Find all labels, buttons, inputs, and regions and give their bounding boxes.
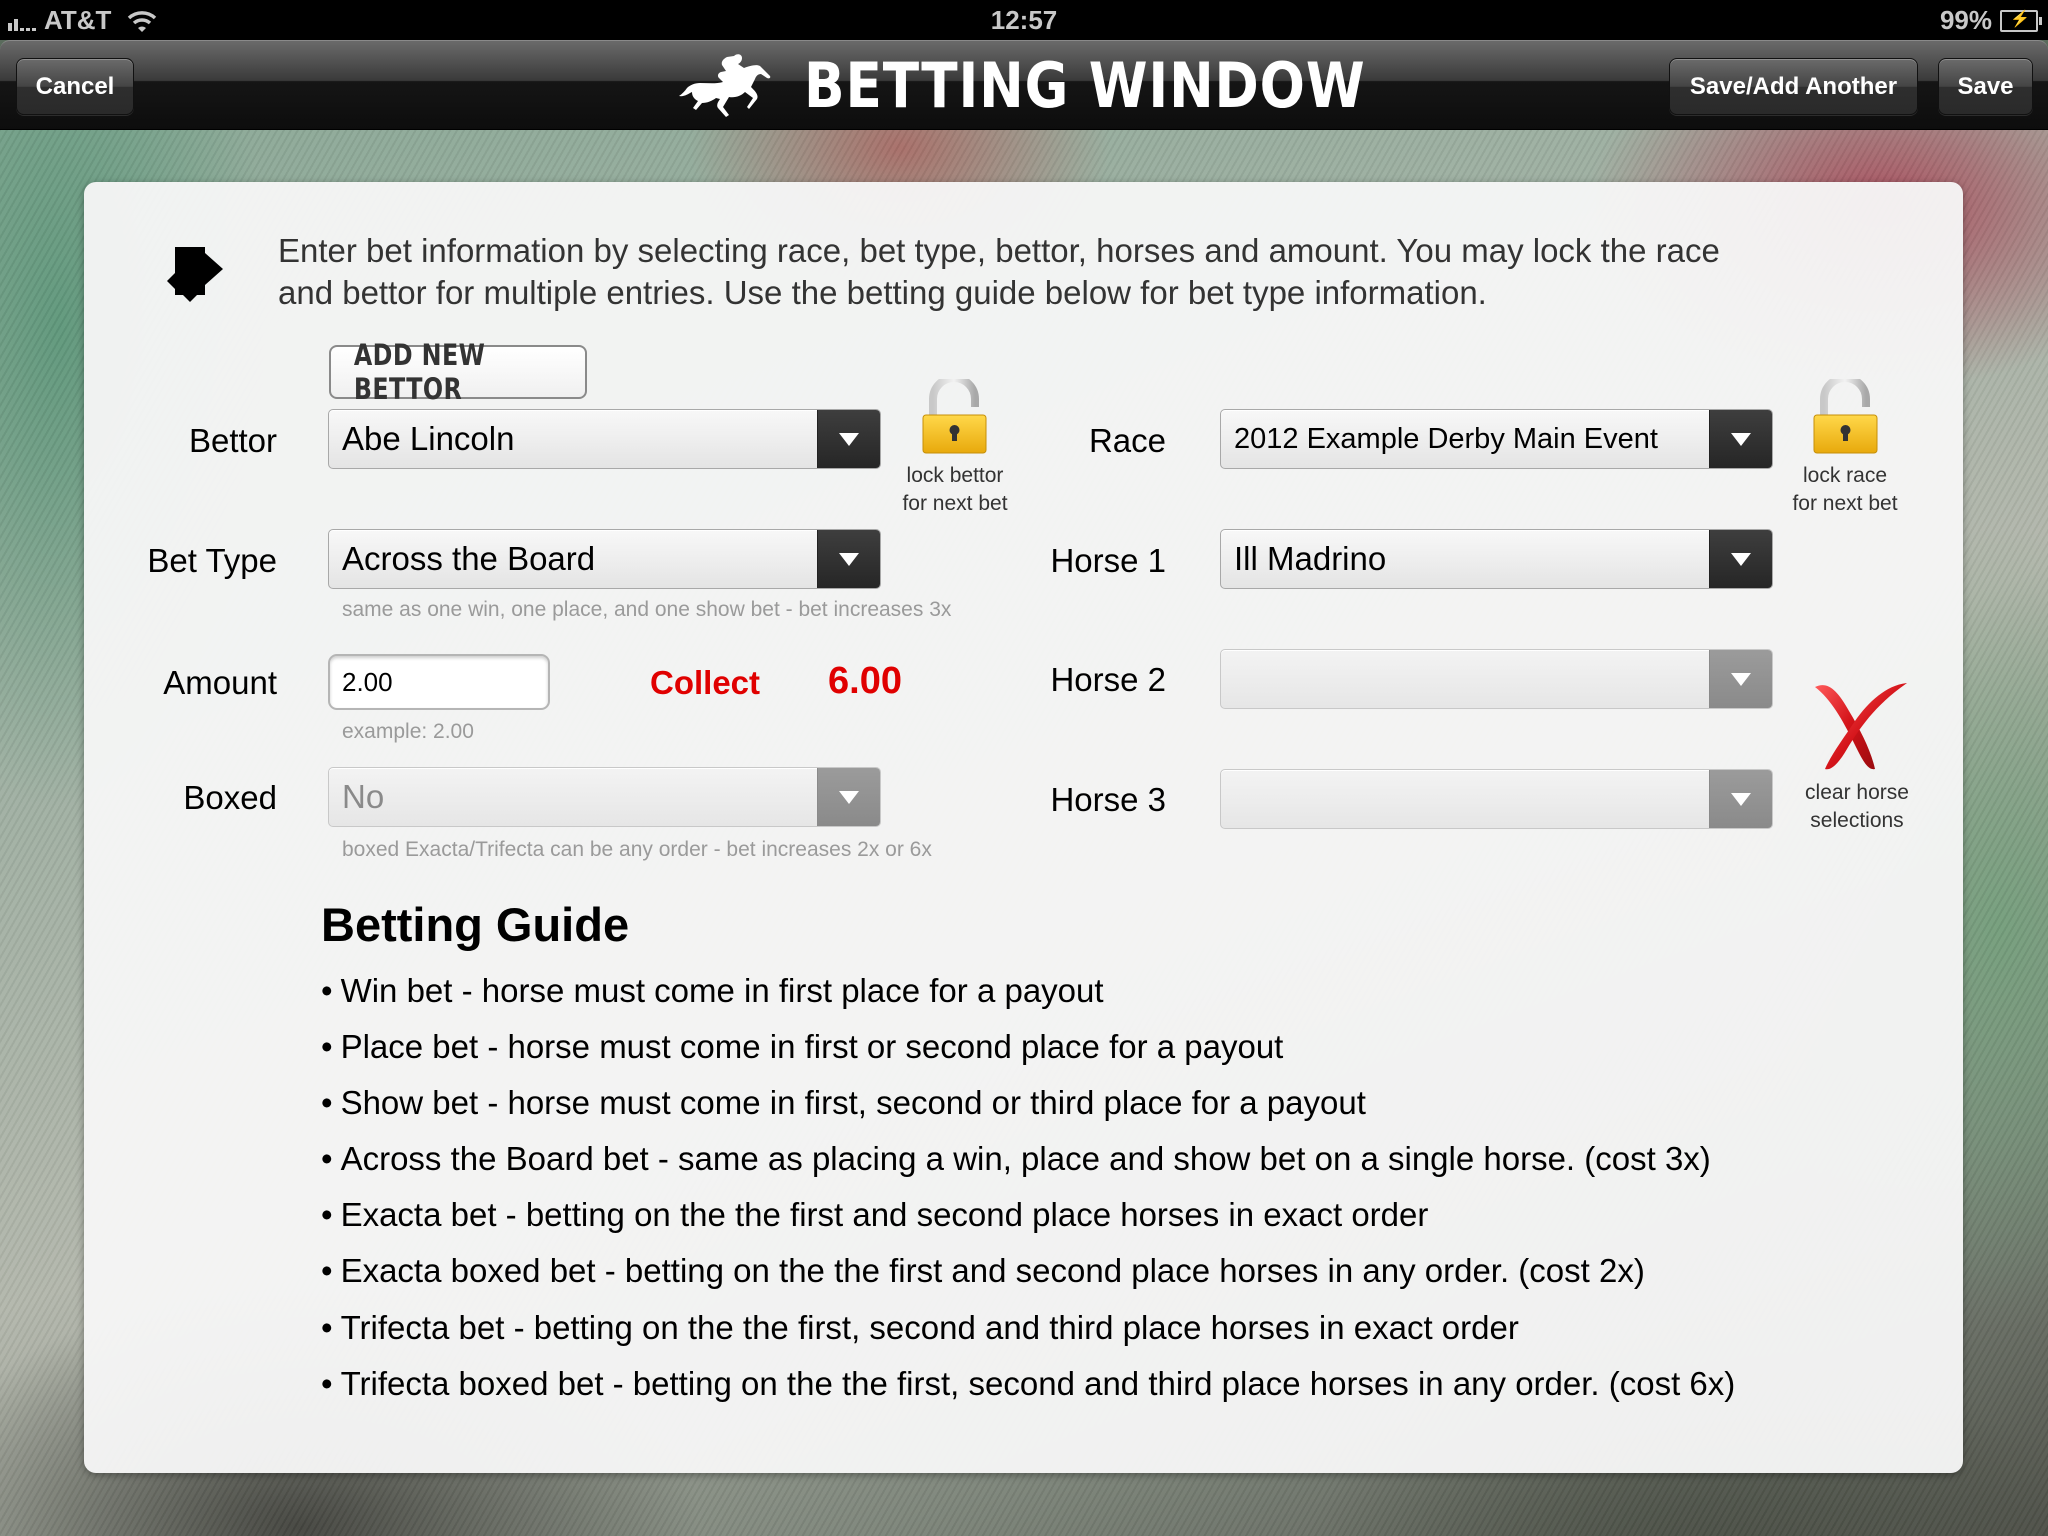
add-new-bettor-label: ADD NEW BETTOR [353, 338, 486, 406]
battery-percent: 99% [1939, 5, 1992, 35]
bullet: • [321, 1365, 333, 1402]
instructions-text: Enter bet information by selecting race,… [278, 232, 1720, 311]
chevron-down-icon [817, 410, 880, 468]
bet-type-helper: same as one win, one place, and one show… [342, 598, 952, 621]
bet-type-label: Bet Type [147, 542, 277, 579]
amount-input[interactable] [328, 654, 550, 710]
guide-item: • Win bet - horse must come in first plac… [321, 972, 1104, 1010]
title-text: BETTING WINDOW [804, 48, 1366, 122]
guide-item: • Across the Board bet - same as placing … [321, 1140, 1711, 1178]
chevron-down-icon [1709, 770, 1772, 828]
guide-item-text: Across the Board bet - same as placing a… [340, 1140, 1711, 1177]
status-right: 99% ⚡ [1939, 5, 2042, 36]
lock-race-icon[interactable] [1810, 379, 1881, 455]
clear-horses-x-icon[interactable] [1809, 677, 1911, 773]
bullet: • [321, 1309, 333, 1346]
guide-item-text: Show bet - horse must come in first, sec… [340, 1084, 1366, 1121]
race-value: 2012 Example Derby Main Event [1234, 422, 1658, 455]
bullet: • [321, 1196, 333, 1233]
bettor-label: Bettor [188, 422, 277, 459]
lock-bettor-caption-line1: lock bettor [906, 464, 1004, 487]
chevron-down-icon [817, 768, 880, 826]
race-dropdown[interactable]: 2012 Example Derby Main Event [1220, 409, 1773, 469]
boxed-label: Boxed [183, 779, 277, 816]
guide-item-text: Win bet - horse must come in first place… [340, 972, 1104, 1009]
horse3-label: Horse 3 [1050, 781, 1166, 818]
chevron-down-icon [1709, 530, 1772, 588]
page-title: BETTING WINDOW [676, 41, 1457, 129]
horse1-label: Horse 1 [1050, 542, 1166, 579]
horse1-dropdown[interactable]: Ill Madrino [1220, 529, 1773, 589]
betting-guide-title: Betting Guide [321, 898, 630, 951]
amount-label: Amount [163, 664, 277, 701]
betting-form-panel: Enter bet information by selecting race,… [84, 182, 1963, 1473]
save-add-another-button[interactable]: Save/Add Another [1669, 58, 1918, 115]
boxed-dropdown[interactable]: No [328, 767, 881, 827]
guide-item: • Exacta boxed bet - betting on the the f… [321, 1252, 1645, 1290]
save-button[interactable]: Save [1938, 58, 2033, 115]
clear-horses-caption: clear horse selections [1787, 779, 1927, 835]
chevron-down-icon [817, 530, 880, 588]
lock-bettor-caption: lock bettor for next bet [885, 462, 1025, 518]
guide-item-text: Trifecta bet - betting on the the first,… [340, 1309, 1519, 1346]
rotate-device-icon [167, 247, 223, 302]
cancel-button[interactable]: Cancel [16, 58, 134, 115]
lock-bettor-caption-line2: for next bet [902, 492, 1008, 515]
guide-item-text: Exacta bet - betting on the the first an… [340, 1196, 1429, 1233]
guide-item: • Trifecta bet - betting on the the first… [321, 1309, 1519, 1347]
collect-label: Collect [650, 664, 761, 701]
horse2-label: Horse 2 [1050, 661, 1166, 698]
status-bar: AT&T 12:57 99% ⚡ [0, 0, 2048, 40]
guide-item-text: Place bet - horse must come in first or … [340, 1028, 1284, 1065]
lock-race-caption-line1: lock race [1802, 464, 1888, 487]
bullet: • [321, 972, 333, 1009]
guide-item-text: Trifecta boxed bet - betting on the the … [340, 1365, 1736, 1402]
navigation-bar: Cancel BETTING WINDOW Save/Add Another S… [0, 40, 2048, 130]
guide-item: • Show bet - horse must come in first, se… [321, 1084, 1366, 1122]
add-new-bettor-button[interactable]: ADD NEW BETTOR [329, 338, 587, 406]
bettor-dropdown[interactable]: Abe Lincoln [328, 409, 881, 469]
lock-race-caption-line2: for next bet [1792, 492, 1898, 515]
boxed-helper: boxed Exacta/Trifecta can be any order -… [342, 838, 932, 861]
guide-item-text: Exacta boxed bet - betting on the the fi… [340, 1252, 1645, 1289]
status-time: 12:57 [990, 5, 1058, 35]
bullet: • [321, 1028, 333, 1065]
boxed-value: No [342, 778, 385, 815]
lock-race-caption: lock race for next bet [1775, 462, 1915, 518]
bullet: • [321, 1140, 333, 1177]
clear-horses-caption-line2: selections [1810, 809, 1904, 832]
chevron-down-icon [1709, 410, 1772, 468]
horse2-dropdown[interactable] [1220, 649, 1773, 709]
guide-item: • Trifecta boxed bet - betting on the the… [321, 1365, 1735, 1403]
bullet: • [321, 1084, 333, 1121]
chevron-down-icon [1709, 650, 1772, 708]
horse1-value: Ill Madrino [1234, 540, 1387, 577]
bullet: • [321, 1252, 333, 1289]
guide-item: • Place bet - horse must come in first or… [321, 1028, 1283, 1066]
horse3-dropdown[interactable] [1220, 769, 1773, 829]
bettor-value: Abe Lincoln [342, 420, 515, 457]
bet-type-dropdown[interactable]: Across the Board [328, 529, 881, 589]
race-label: Race [1088, 422, 1166, 459]
amount-helper: example: 2.00 [342, 720, 474, 743]
bet-type-value: Across the Board [342, 540, 596, 577]
guide-item: • Exacta bet - betting on the the first a… [321, 1196, 1428, 1234]
clear-horses-caption-line1: clear horse [1805, 781, 1909, 804]
collect-value: 6.00 [828, 660, 902, 702]
racehorse-icon [679, 54, 771, 117]
battery-icon: ⚡ [2000, 9, 2042, 32]
